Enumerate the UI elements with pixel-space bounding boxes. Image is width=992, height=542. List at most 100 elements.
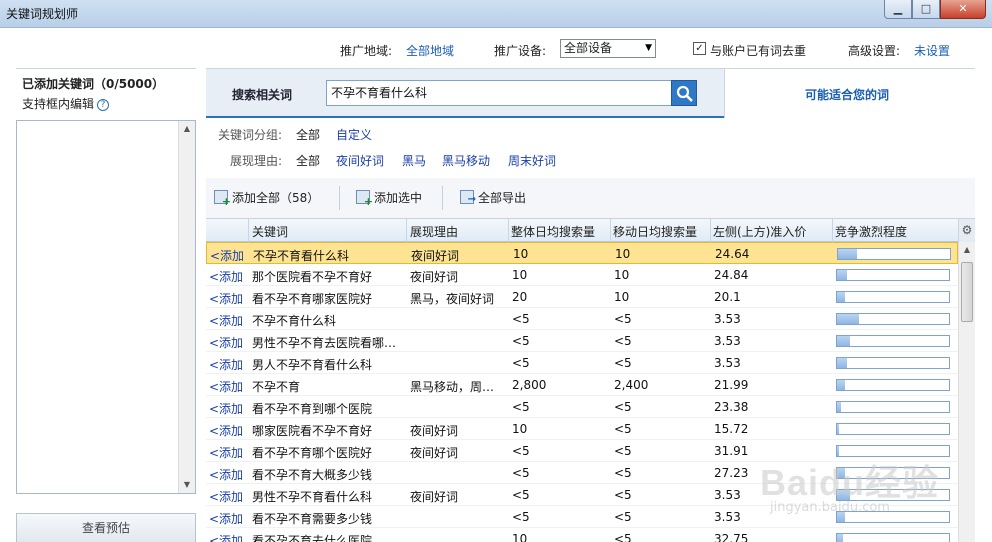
reason-filter-night[interactable]: 夜间好词 (336, 152, 384, 169)
competition-bar-fill (837, 424, 840, 434)
column-header-competition[interactable]: 竞争激烈程度 (835, 223, 907, 240)
total-searches-cell: 2,800 (512, 378, 547, 392)
add-keyword-link[interactable]: <添加 (209, 532, 243, 542)
settings-row: 推广地域: 全部地域 推广设备: 全部设备 ▼ ✓ 与账户已有词去重 高级设置:… (0, 28, 992, 68)
mobile-searches-cell: <5 (614, 334, 632, 348)
device-select[interactable]: 全部设备 ▼ (560, 39, 656, 58)
table-row[interactable]: <添加 不孕不育什么科 <5 <5 3.53 (206, 308, 958, 330)
mobile-searches-cell: 10 (614, 290, 630, 304)
column-header-reason[interactable]: 展现理由 (410, 223, 458, 240)
dedupe-checkbox[interactable]: ✓ (693, 42, 706, 55)
table-scrollbar[interactable]: ▲ (958, 242, 975, 542)
added-keywords-panel: 已添加关键词（0/5000） 支持框内编辑? ▲ ▼ 查看预估 (16, 68, 196, 542)
group-filter-all[interactable]: 全部 (296, 126, 320, 143)
add-keyword-link[interactable]: <添加 (209, 268, 243, 285)
scroll-up-icon[interactable]: ▲ (179, 121, 195, 137)
competition-bar-fill (837, 270, 848, 280)
search-input[interactable]: 不孕不育看什么科 (326, 80, 672, 106)
add-keyword-link[interactable]: <添加 (209, 466, 243, 483)
column-header-keyword[interactable]: 关键词 (252, 223, 288, 240)
keyword-cell: 看不孕不育需要多少钱 (252, 512, 373, 526)
textarea-scrollbar[interactable]: ▲ ▼ (178, 121, 195, 493)
tab-suggested-keywords[interactable]: 可能适合您的词 (724, 69, 975, 119)
add-all-label: 添加全部（58） (232, 191, 320, 205)
add-keyword-link[interactable]: <添加 (209, 378, 243, 395)
add-selected-button[interactable]: 添加选中 (356, 189, 422, 208)
competition-bar-fill (837, 534, 843, 542)
reason-filter-all[interactable]: 全部 (296, 152, 320, 169)
mobile-searches-cell: <5 (614, 356, 632, 370)
group-filter-custom[interactable]: 自定义 (336, 126, 372, 143)
maximize-button[interactable]: □ (912, 0, 940, 19)
add-keyword-link[interactable]: <添加 (209, 488, 243, 505)
add-all-button[interactable]: 添加全部（58） (214, 189, 320, 208)
table-row[interactable]: <添加 男人不孕不育看什么科 <5 <5 3.53 (206, 352, 958, 374)
reason-filter-label: 展现理由: (230, 154, 283, 168)
competition-bar (836, 269, 950, 281)
reason-cell: 夜间好词 (410, 270, 459, 284)
table-row[interactable]: <添加 看不孕不育需要多少钱 <5 <5 3.53 (206, 506, 958, 528)
competition-bar (836, 533, 950, 542)
table-row[interactable]: <添加 男性不孕不育去医院看哪… <5 <5 3.53 (206, 330, 958, 352)
column-header-total-searches[interactable]: 整体日均搜索量 (511, 223, 595, 240)
table-row[interactable]: <添加 那个医院看不孕不育好 夜间好词 10 10 24.84 (206, 264, 958, 286)
reason-filter-darkhorse-mobile[interactable]: 黑马移动 (442, 152, 490, 169)
table-row[interactable]: <添加 不孕不育 黑马移动，周… 2,800 2,400 21.99 (206, 374, 958, 396)
scroll-up-icon[interactable]: ▲ (959, 242, 975, 258)
competition-bar-fill (837, 490, 851, 500)
table-row[interactable]: <添加 不孕不育看什么科 夜间好词 10 10 24.64 (206, 242, 958, 264)
table-row[interactable]: <添加 男性不孕不育看什么科 夜间好词 <5 <5 3.53 (206, 484, 958, 506)
add-keyword-link[interactable]: <添加 (209, 510, 243, 527)
column-divider (406, 219, 407, 242)
mobile-searches-cell: <5 (614, 532, 632, 542)
column-header-mobile-searches[interactable]: 移动日均搜索量 (613, 223, 697, 240)
table-row[interactable]: <添加 哪家医院看不孕不育好 夜间好词 10 <5 15.72 (206, 418, 958, 440)
add-keyword-link[interactable]: <添加 (209, 356, 243, 373)
add-keyword-link[interactable]: <添加 (209, 400, 243, 417)
table-row[interactable]: <添加 看不孕不育去什么医院 10 <5 32.75 (206, 528, 958, 542)
search-button[interactable] (671, 80, 697, 106)
add-keyword-link[interactable]: <添加 (209, 312, 243, 329)
entry-price-cell: 27.23 (714, 466, 749, 480)
keyword-cell: 男性不孕不育看什么科 (252, 490, 373, 504)
reason-filter-darkhorse[interactable]: 黑马 (402, 152, 426, 169)
mobile-searches-cell: 10 (615, 247, 631, 261)
help-icon[interactable]: ? (97, 98, 110, 111)
reason-cell: 黑马，夜间好词 (410, 292, 495, 306)
total-searches-cell: 20 (512, 290, 528, 304)
competition-bar-fill (838, 249, 858, 259)
total-searches-cell: <5 (512, 466, 530, 480)
group-filter-label: 关键词分组: (218, 128, 283, 142)
table-row[interactable]: <添加 看不孕不育哪家医院好 黑马，夜间好词 20 10 20.1 (206, 286, 958, 308)
export-all-button[interactable]: 全部导出 (460, 189, 526, 206)
column-divider (508, 219, 509, 242)
close-button[interactable]: ✕ (940, 0, 986, 19)
add-keyword-link[interactable]: <添加 (209, 290, 243, 307)
gear-icon[interactable]: ⚙ (958, 219, 975, 242)
total-searches-cell: 10 (512, 268, 528, 282)
preview-button[interactable]: 查看预估 (16, 513, 196, 542)
total-searches-cell: <5 (512, 400, 530, 414)
add-keyword-link[interactable]: <添加 (210, 247, 244, 264)
table-row[interactable]: <添加 看不孕不育哪个医院好 夜间好词 <5 <5 31.91 (206, 440, 958, 462)
reason-filter-weekend[interactable]: 周末好词 (508, 152, 556, 169)
add-keyword-link[interactable]: <添加 (209, 334, 243, 351)
dedupe-label: 与账户已有词去重 (710, 44, 807, 58)
search-tabs: 搜索相关词 不孕不育看什么科 可能适合您的词 (206, 68, 975, 119)
column-header-entry-price[interactable]: 左侧(上方)准入价 (713, 223, 806, 240)
window-title: 关键词规划师 (6, 7, 79, 21)
advanced-link[interactable]: 未设置 (914, 42, 950, 59)
table-row[interactable]: <添加 看不孕不育到哪个医院 <5 <5 23.38 (206, 396, 958, 418)
scroll-thumb[interactable] (961, 262, 973, 322)
table-row[interactable]: <添加 看不孕不育大概多少钱 <5 <5 27.23 (206, 462, 958, 484)
add-keyword-link[interactable]: <添加 (209, 444, 243, 461)
region-link[interactable]: 全部地域 (406, 42, 454, 59)
minimize-button[interactable]: ▁ (884, 0, 912, 19)
competition-bar-fill (837, 380, 845, 390)
tab-related-keywords[interactable]: 搜索相关词 不孕不育看什么科 (206, 69, 724, 118)
add-keyword-link[interactable]: <添加 (209, 422, 243, 439)
column-divider (248, 219, 249, 242)
scroll-down-icon[interactable]: ▼ (179, 477, 195, 493)
keyword-edit-textarea[interactable]: ▲ ▼ (16, 120, 196, 494)
reason-cell: 夜间好词 (410, 446, 459, 460)
